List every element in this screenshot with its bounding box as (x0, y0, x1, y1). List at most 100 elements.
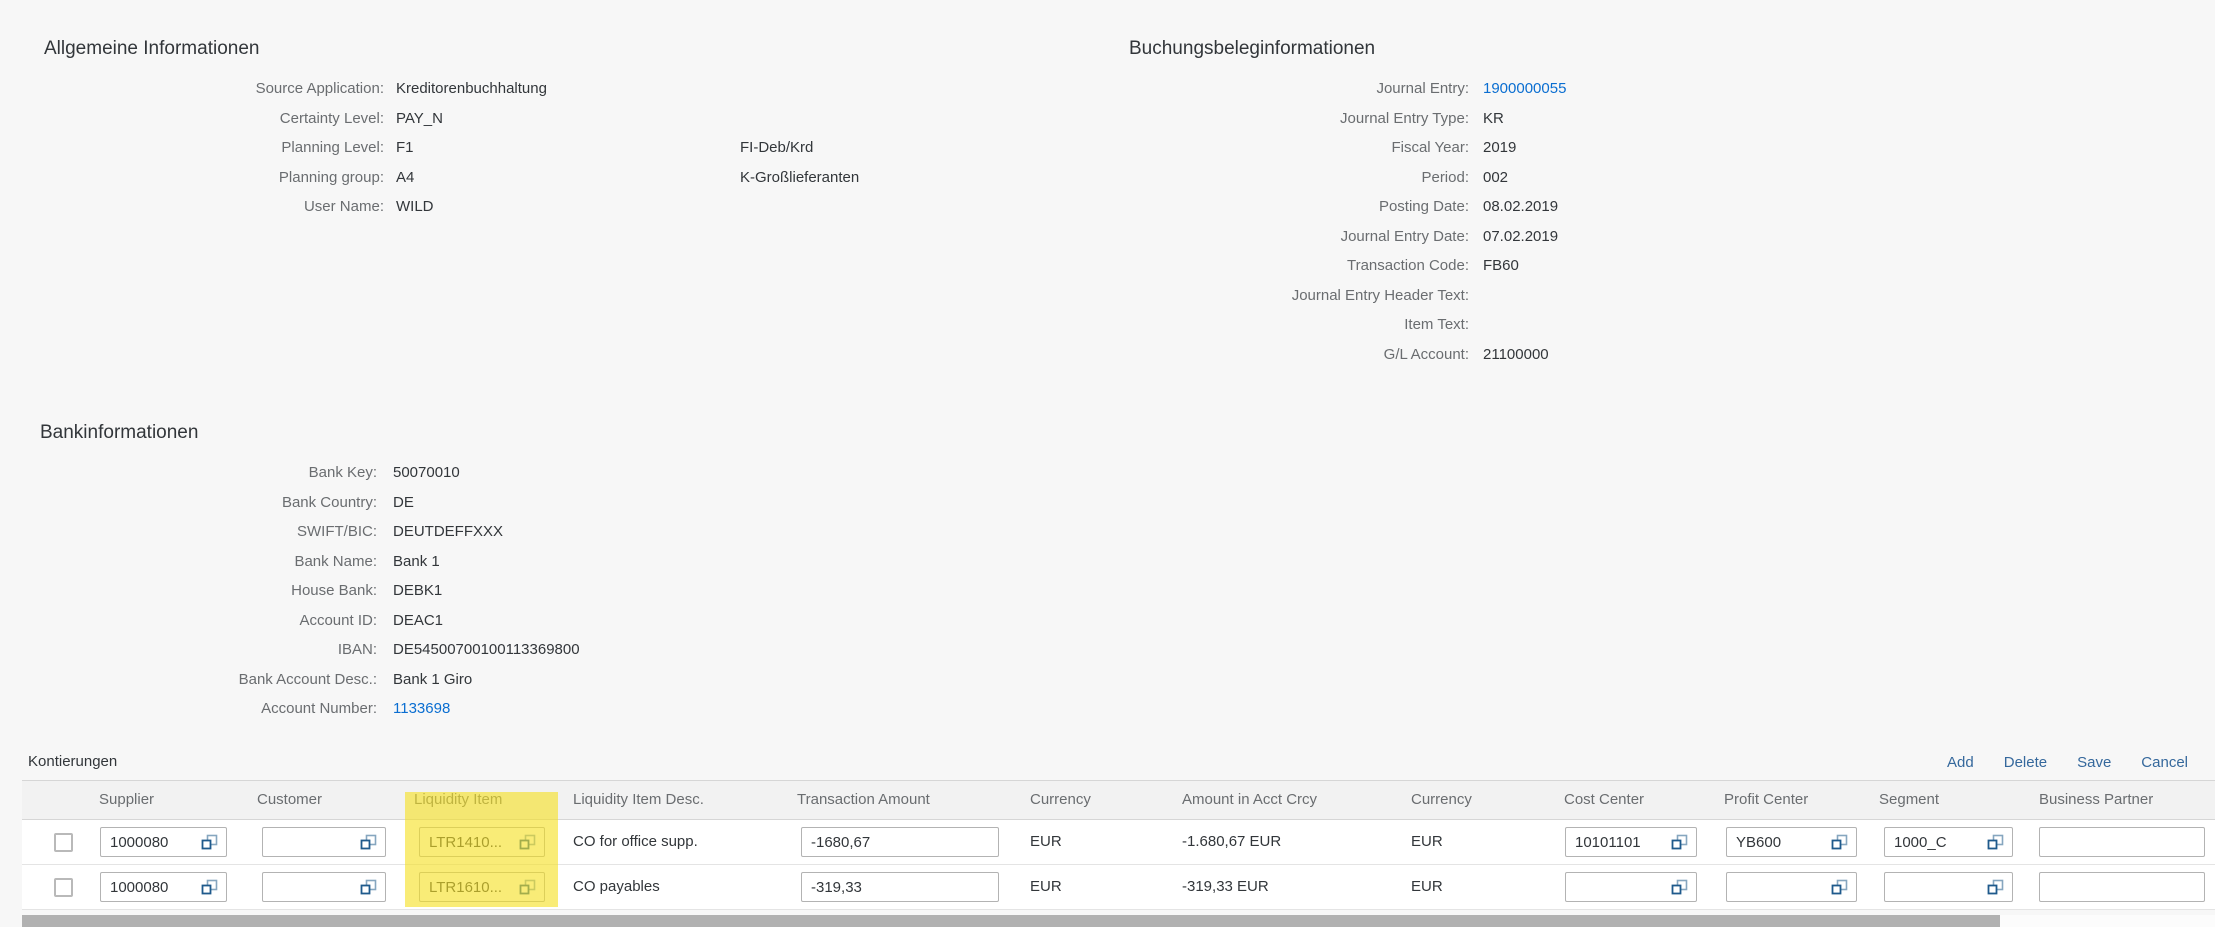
profit-center-input-field[interactable] (1727, 873, 1831, 901)
field-bank-account-desc: Bank Account Desc.: Bank 1 Giro (40, 665, 1040, 695)
column-header-liquidity-item-desc: Liquidity Item Desc. (573, 781, 704, 819)
column-header-supplier: Supplier (99, 781, 154, 819)
field-label: User Name: (44, 198, 384, 215)
field-iban: IBAN: DE54500700100113369800 (40, 635, 1040, 665)
currency-cell: EUR (1030, 865, 1062, 909)
value-help-icon[interactable] (360, 879, 377, 896)
field-value: FB60 (1483, 257, 2129, 274)
cost-center-input[interactable] (1565, 872, 1697, 902)
field-label: Account Number: (40, 700, 377, 717)
liquidity-item-input[interactable] (419, 872, 545, 902)
liquidity-item-input-field[interactable] (420, 828, 519, 856)
customer-input-field[interactable] (263, 873, 360, 901)
column-header-currency: Currency (1030, 781, 1091, 819)
table-row: CO payables EUR -319,33 EUR EUR (22, 865, 2215, 910)
transaction-amount-input[interactable] (801, 872, 999, 902)
liquidity-item-input-field[interactable] (420, 873, 519, 901)
field-value: Kreditorenbuchhaltung (396, 80, 728, 97)
value-help-icon[interactable] (201, 834, 218, 851)
value-help-icon[interactable] (1831, 879, 1848, 896)
cost-center-input[interactable] (1565, 827, 1697, 857)
horizontal-scrollbar[interactable] (22, 915, 2215, 927)
field-posting-date: Posting Date: 08.02.2019 (1129, 192, 2129, 222)
value-help-icon[interactable] (1987, 834, 2004, 851)
row-checkbox[interactable] (54, 878, 73, 897)
field-value: Bank 1 (393, 553, 1040, 570)
segment-input-field[interactable] (1885, 873, 1987, 901)
supplier-input[interactable] (100, 827, 227, 857)
posting-section-title: Buchungsbeleginformationen (1129, 36, 2129, 62)
supplier-input-field[interactable] (101, 873, 201, 901)
horizontal-scrollbar-thumb[interactable] (22, 915, 2000, 927)
segment-input[interactable] (1884, 872, 2013, 902)
field-value: 21100000 (1483, 346, 2129, 363)
supplier-input[interactable] (100, 872, 227, 902)
value-help-icon[interactable] (1671, 834, 1688, 851)
field-value: PAY_N (396, 110, 728, 127)
field-value: DEUTDEFFXXX (393, 523, 1040, 540)
transaction-amount-input[interactable] (801, 827, 999, 857)
field-value: DEBK1 (393, 582, 1040, 599)
transaction-amount-input-field[interactable] (802, 873, 998, 901)
journal-entry-link[interactable]: 1900000055 (1483, 80, 2129, 97)
value-help-icon[interactable] (201, 879, 218, 896)
column-header-customer: Customer (257, 781, 322, 819)
segment-input[interactable] (1884, 827, 2013, 857)
customer-input[interactable] (262, 872, 386, 902)
account-number-link[interactable]: 1133698 (393, 700, 1040, 717)
business-partner-input-field[interactable] (2040, 828, 2204, 856)
value-help-icon[interactable] (519, 879, 536, 896)
field-swift-bic: SWIFT/BIC: DEUTDEFFXXX (40, 517, 1040, 547)
field-label: Certainty Level: (44, 110, 384, 127)
field-value: DE (393, 494, 1040, 511)
field-value: A4 (396, 169, 728, 186)
field-planning-group: Planning group: A4 K-Großlieferanten (44, 163, 1104, 193)
profit-center-input[interactable] (1726, 827, 1857, 857)
field-value: 2019 (1483, 139, 2129, 156)
cancel-button[interactable]: Cancel (2141, 754, 2188, 771)
field-label: Journal Entry: (1129, 80, 1469, 97)
field-label: Planning group: (44, 169, 384, 186)
customer-input[interactable] (262, 827, 386, 857)
column-header-amount-in-acct-crcy: Amount in Acct Crcy (1182, 781, 1317, 819)
field-bank-key: Bank Key: 50070010 (40, 458, 1040, 488)
field-journal-entry: Journal Entry: 1900000055 (1129, 74, 2129, 104)
field-value: DE54500700100113369800 (393, 641, 1040, 658)
field-label: Journal Entry Date: (1129, 228, 1469, 245)
row-checkbox[interactable] (54, 833, 73, 852)
field-bank-name: Bank Name: Bank 1 (40, 547, 1040, 577)
field-label: Period: (1129, 169, 1469, 186)
transaction-amount-input-field[interactable] (802, 828, 998, 856)
segment-input-field[interactable] (1885, 828, 1987, 856)
field-label: IBAN: (40, 641, 377, 658)
field-value: 002 (1483, 169, 2129, 186)
value-help-icon[interactable] (519, 834, 536, 851)
field-fiscal-year: Fiscal Year: 2019 (1129, 133, 2129, 163)
value-help-icon[interactable] (360, 834, 377, 851)
currency-cell: EUR (1030, 820, 1062, 864)
field-value: KR (1483, 110, 2129, 127)
business-partner-input[interactable] (2039, 827, 2205, 857)
supplier-input-field[interactable] (101, 828, 201, 856)
profit-center-input-field[interactable] (1727, 828, 1831, 856)
value-help-icon[interactable] (1987, 879, 2004, 896)
business-partner-input[interactable] (2039, 872, 2205, 902)
amount-in-acct-crcy-cell: -1.680,67 EUR (1182, 820, 1281, 864)
add-button[interactable]: Add (1947, 754, 1974, 771)
cost-center-input-field[interactable] (1566, 873, 1671, 901)
value-help-icon[interactable] (1831, 834, 1848, 851)
profit-center-input[interactable] (1726, 872, 1857, 902)
field-period: Period: 002 (1129, 163, 2129, 193)
business-partner-input-field[interactable] (2040, 873, 2204, 901)
field-bank-country: Bank Country: DE (40, 488, 1040, 518)
liquidity-item-input[interactable] (419, 827, 545, 857)
field-label: Bank Account Desc.: (40, 671, 377, 688)
delete-button[interactable]: Delete (2004, 754, 2047, 771)
customer-input-field[interactable] (263, 828, 360, 856)
value-help-icon[interactable] (1671, 879, 1688, 896)
field-planning-level: Planning Level: F1 FI-Deb/Krd (44, 133, 1104, 163)
field-user-name: User Name: WILD (44, 192, 1104, 222)
save-button[interactable]: Save (2077, 754, 2111, 771)
field-value: Bank 1 Giro (393, 671, 1040, 688)
cost-center-input-field[interactable] (1566, 828, 1671, 856)
